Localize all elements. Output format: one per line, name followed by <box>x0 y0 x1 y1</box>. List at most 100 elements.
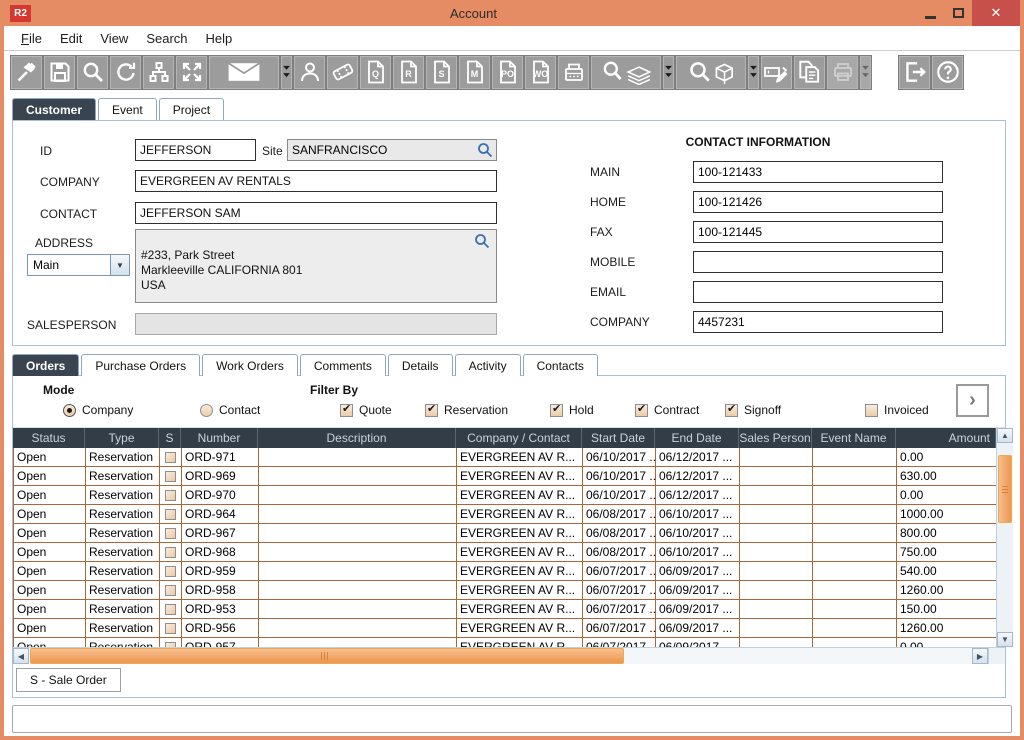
tab-work-orders[interactable]: Work Orders <box>202 354 298 376</box>
sale-order-checkbox[interactable] <box>165 642 176 648</box>
hierarchy-button[interactable] <box>142 55 175 90</box>
mail-button[interactable] <box>208 55 280 90</box>
fax-input[interactable] <box>693 221 943 243</box>
col-status[interactable]: Status <box>13 428 85 448</box>
tab-activity[interactable]: Activity <box>455 354 521 376</box>
table-row[interactable]: OpenReservationORD-964EVERGREEN AV R...0… <box>14 505 996 524</box>
filter-checkbox-reservation[interactable]: Reservation <box>425 403 508 417</box>
sale-order-checkbox[interactable] <box>165 623 176 634</box>
site-search-icon[interactable] <box>477 142 493 158</box>
horizontal-scroll-thumb[interactable] <box>30 648 624 664</box>
menu-search[interactable]: Search <box>137 28 196 49</box>
tab-details[interactable]: Details <box>388 354 453 376</box>
tab-contacts[interactable]: Contacts <box>523 354 598 376</box>
col-s[interactable]: S <box>159 428 181 448</box>
table-row[interactable]: OpenReservationORD-970EVERGREEN AV R...0… <box>14 486 996 505</box>
table-row[interactable]: OpenReservationORD-957EVERGREEN AV R...0… <box>14 638 996 647</box>
sale-order-checkbox[interactable] <box>165 452 176 463</box>
filter-checkbox-signoff[interactable]: Signoff <box>725 403 781 417</box>
table-row[interactable]: OpenReservationORD-968EVERGREEN AV R...0… <box>14 543 996 562</box>
menu-edit[interactable]: Edit <box>51 28 91 49</box>
tab-project[interactable]: Project <box>159 98 224 120</box>
help-button[interactable] <box>931 55 964 90</box>
tab-orders[interactable]: Orders <box>12 354 79 376</box>
expand-button[interactable] <box>175 55 208 90</box>
register-button[interactable] <box>557 55 590 90</box>
rename-button[interactable] <box>760 55 793 90</box>
search-stack-more-button[interactable] <box>662 55 675 90</box>
sale-order-checkbox[interactable] <box>165 604 176 615</box>
title-bar[interactable]: R2 Account ✕ <box>4 0 1020 26</box>
refresh-button[interactable] <box>109 55 142 90</box>
filter-checkbox-invoiced[interactable]: Invoiced <box>865 403 929 417</box>
col-end-date[interactable]: End Date <box>655 428 739 448</box>
search-button[interactable] <box>76 55 109 90</box>
sale-doc-button[interactable]: S <box>425 55 458 90</box>
search-stack-button[interactable] <box>590 55 662 90</box>
col-event-name[interactable]: Event Name <box>812 428 896 448</box>
tab-comments[interactable]: Comments <box>300 354 386 376</box>
mobile-input[interactable] <box>693 251 943 273</box>
sale-order-checkbox[interactable] <box>165 566 176 577</box>
col-sales-person[interactable]: Sales Person <box>739 428 812 448</box>
search-item-more-button[interactable] <box>747 55 760 90</box>
col-amount[interactable]: Amount <box>896 428 996 448</box>
save-button[interactable] <box>43 55 76 90</box>
tools-button[interactable] <box>10 55 43 90</box>
tab-purchase-orders[interactable]: Purchase Orders <box>81 354 200 376</box>
sale-order-checkbox[interactable] <box>165 528 176 539</box>
copy-button[interactable] <box>793 55 826 90</box>
purchase-order-doc-button[interactable]: PO <box>491 55 524 90</box>
company-input[interactable] <box>693 311 943 333</box>
email-input[interactable] <box>693 281 943 303</box>
table-row[interactable]: OpenReservationORD-959EVERGREEN AV R...0… <box>14 562 996 581</box>
table-row[interactable]: OpenReservationORD-971EVERGREEN AV R...0… <box>14 448 996 467</box>
close-button[interactable]: ✕ <box>972 0 1020 26</box>
scroll-up-button[interactable]: ▲ <box>997 428 1013 443</box>
table-row[interactable]: OpenReservationORD-958EVERGREEN AV R...0… <box>14 581 996 600</box>
table-row[interactable]: OpenReservationORD-967EVERGREEN AV R...0… <box>14 524 996 543</box>
menu-help[interactable]: Help <box>197 28 242 49</box>
table-row[interactable]: OpenReservationORD-953EVERGREEN AV R...0… <box>14 600 996 619</box>
horizontal-scrollbar[interactable]: ◀ ▶ <box>13 648 988 664</box>
vertical-scroll-thumb[interactable] <box>998 455 1012 523</box>
filter-checkbox-hold[interactable]: Hold <box>550 403 594 417</box>
exit-button[interactable] <box>898 55 931 90</box>
salesperson-input[interactable] <box>135 313 497 335</box>
menu-view[interactable]: View <box>91 28 137 49</box>
tab-customer[interactable]: Customer <box>12 98 96 120</box>
mail-more-button[interactable] <box>280 55 293 90</box>
scroll-right-button[interactable]: ▶ <box>972 648 988 664</box>
table-row[interactable]: OpenReservationORD-969EVERGREEN AV R...0… <box>14 467 996 486</box>
mode-radio-company[interactable]: Company <box>63 403 133 417</box>
main-input[interactable] <box>693 161 943 183</box>
col-description[interactable]: Description <box>258 428 456 448</box>
maximize-button[interactable] <box>944 0 972 26</box>
contact-input[interactable] <box>135 202 497 224</box>
sale-order-checkbox[interactable] <box>165 547 176 558</box>
horizontal-scroll-track[interactable] <box>29 648 972 664</box>
minimize-button[interactable] <box>916 0 944 26</box>
filter-checkbox-quote[interactable]: Quote <box>340 403 392 417</box>
scroll-down-button[interactable]: ▼ <box>997 632 1013 647</box>
filter-checkbox-contract[interactable]: Contract <box>635 403 699 417</box>
next-page-button[interactable]: › <box>956 384 989 417</box>
reservation-doc-button[interactable]: R <box>392 55 425 90</box>
col-company-contact[interactable]: Company / Contact <box>456 428 582 448</box>
mode-radio-contact[interactable]: Contact <box>200 403 260 417</box>
col-number[interactable]: Number <box>181 428 258 448</box>
sale-order-checkbox[interactable] <box>165 490 176 501</box>
search-item-button[interactable] <box>675 55 747 90</box>
sale-order-checkbox[interactable] <box>165 585 176 596</box>
site-field[interactable] <box>287 139 497 161</box>
chevron-down-icon[interactable]: ▼ <box>110 255 129 275</box>
site-input[interactable] <box>288 140 477 160</box>
id-input[interactable] <box>135 139 256 161</box>
quote-doc-button[interactable]: Q <box>359 55 392 90</box>
menu-file[interactable]: File <box>12 28 51 49</box>
scroll-left-button[interactable]: ◀ <box>13 648 29 664</box>
address-search-icon[interactable] <box>474 233 490 249</box>
ticket-button[interactable] <box>326 55 359 90</box>
sale-order-checkbox[interactable] <box>165 471 176 482</box>
col-type[interactable]: Type <box>85 428 159 448</box>
